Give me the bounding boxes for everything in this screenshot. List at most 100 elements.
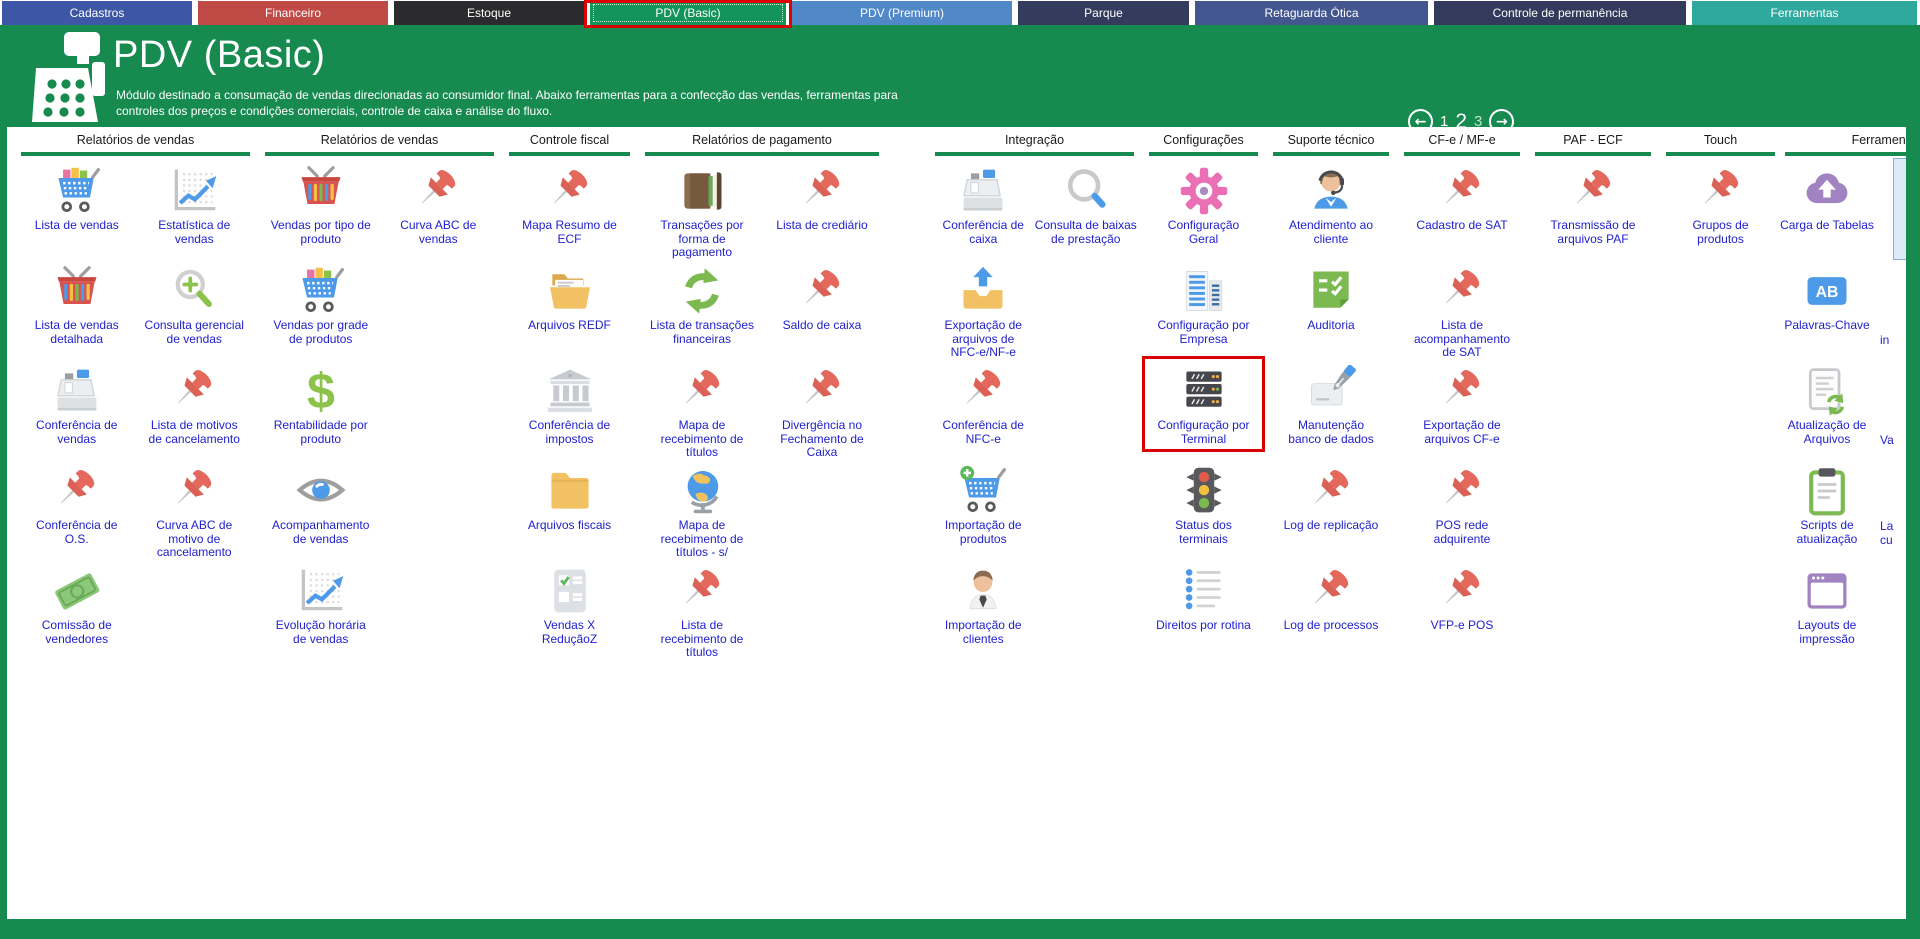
pushpin-icon (544, 163, 596, 219)
group-underline (265, 152, 494, 156)
item-label: Lista de acompanhamento de SAT (1394, 319, 1530, 360)
launcher-item-curva-abc-de-vendas[interactable]: Curva ABC de vendas (380, 161, 498, 261)
item-label: Mapa Resumo de ECF (499, 219, 640, 246)
launcher-item-rentabilidade-por-produto[interactable]: $Rentabilidade por produto (262, 361, 380, 461)
launcher-item-atendimento-ao-cliente[interactable]: Atendimento ao cliente (1270, 161, 1392, 261)
launcher-item-status-dos-terminais[interactable]: Status dos terminais (1146, 461, 1261, 561)
pushpin-icon (957, 363, 1009, 419)
launcher-item-importacao-de-clientes[interactable]: Importação de clientes (932, 561, 1035, 661)
launcher-item-conferencia-de-nfc-e[interactable]: Conferência de NFC-e (932, 361, 1035, 461)
svg-text:$: $ (307, 365, 335, 417)
launcher-item-log-de-processos[interactable]: Log de processos (1270, 561, 1392, 661)
item-label: Auditoria (1263, 319, 1399, 333)
launcher-item-acompanhamento-de-vendas[interactable]: Acompanhamento de vendas (262, 461, 380, 561)
item-label: Curva ABC de vendas (373, 219, 505, 246)
launcher-item-configuracao-por-terminal[interactable]: Configuração por Terminal (1146, 361, 1261, 461)
launcher-item-arquivos-fiscais[interactable]: Arquivos fiscais (506, 461, 633, 561)
tab-pdv-basic[interactable]: PDV (Basic) (590, 1, 786, 25)
group-relatorios-de-pagamento: Relatórios de pagamentoTransações por fo… (642, 131, 882, 661)
item-label: Lista de transações financeiras (635, 319, 769, 346)
launcher-item-manutencao-banco-de-dados[interactable]: Manutenção banco de dados (1270, 361, 1392, 461)
group-relatorios-de-vendas: Relatórios de vendasVendas por tipo de p… (262, 131, 497, 661)
item-label: Atualização de Arquivos (1775, 419, 1879, 446)
launcher-item-divergencia-no-fechamento-de-caixa[interactable]: Divergência no Fechamento de Caixa (762, 361, 882, 461)
launcher-item-mapa-resumo-de-ecf[interactable]: Mapa Resumo de ECF (506, 161, 633, 261)
launcher-item-cadastro-de-sat[interactable]: Cadastro de SAT (1401, 161, 1523, 261)
item-label: Exportação de arquivos CF-e (1394, 419, 1530, 446)
launcher-item-saldo-de-caixa[interactable]: Saldo de caixa (762, 261, 882, 361)
pushpin-icon (1305, 563, 1357, 619)
launcher-item-consulta-gerencial-de-vendas[interactable]: Consulta gerencial de vendas (136, 261, 254, 361)
tab-financeiro[interactable]: Financeiro (198, 1, 388, 25)
launcher-item-lista-de-motivos-de-cancelamento[interactable]: Lista de motivos de cancelamento (136, 361, 254, 461)
stats-chart-icon (168, 163, 220, 219)
launcher-item-comissao-de-vendedores[interactable]: Comissão de vendedores (18, 561, 136, 661)
launcher-item-log-de-replicacao[interactable]: Log de replicação (1270, 461, 1392, 561)
launcher-item-mapa-de-recebimento-de-titulos[interactable]: Mapa de recebimento de títulos (642, 361, 762, 461)
item-label: Acompanhamento de vendas (255, 519, 387, 546)
pushpin-icon (1305, 463, 1357, 519)
launcher-item-carga-de-tabelas[interactable]: Carga de Tabelas (1782, 161, 1872, 261)
group-underline (21, 152, 250, 156)
launcher-item-auditoria[interactable]: Auditoria (1270, 261, 1392, 361)
tab-ferramentas[interactable]: Ferramentas (1692, 1, 1917, 25)
tab-retaguarda-otica[interactable]: Retaguarda Ótica (1195, 1, 1428, 25)
tab-cadastros[interactable]: Cadastros (2, 1, 192, 25)
tab-bar: CadastrosFinanceiroEstoquePDV (Basic)PDV… (0, 0, 1920, 25)
launcher-item-vfp-e-pos[interactable]: VFP-e POS (1401, 561, 1523, 661)
launcher-item-exportacao-de-arquivos-cf-e[interactable]: Exportação de arquivos CF-e (1401, 361, 1523, 461)
document-check-icon (544, 563, 596, 619)
launcher-item-conferencia-de-impostos[interactable]: Conferência de impostos (506, 361, 633, 461)
pushpin-icon (168, 363, 220, 419)
launcher-item-lista-de-crediario[interactable]: Lista de crediário (762, 161, 882, 261)
launcher-item-conferencia-de-o-s[interactable]: Conferência de O.S. (18, 461, 136, 561)
launcher-item-mapa-de-recebimento-de-titulos-s[interactable]: Mapa de recebimento de títulos - s/ (642, 461, 762, 561)
launcher-item-layouts-de-impressao[interactable]: Layouts de impressão (1782, 561, 1872, 661)
item-label: Consulta de baixas de prestação (1028, 219, 1145, 246)
launcher-item-transacoes-por-forma-de-pagamento[interactable]: Transações por forma de pagamento (642, 161, 762, 261)
launcher-item-configuracao-por-empresa[interactable]: Configuração por Empresa (1146, 261, 1261, 361)
launcher-item-lista-de-vendas-detalhada[interactable]: Lista de vendas detalhada (18, 261, 136, 361)
launcher-item-conferencia-de-vendas[interactable]: Conferência de vendas (18, 361, 136, 461)
item-label-fragment: La (1872, 520, 1893, 534)
launcher-item-exportacao-de-arquivos-de-nfc-e-nf-e[interactable]: Exportação de arquivos de NFC-e/NF-e (932, 261, 1035, 361)
launcher-item-grupos-de-produtos[interactable]: Grupos de produtos (1663, 161, 1778, 261)
launcher-item-transmissao-de-arquivos-paf[interactable]: Transmissão de arquivos PAF (1532, 161, 1654, 261)
group-underline (1273, 152, 1389, 156)
launcher-item-lista-de-recebimento-de-titulos[interactable]: Lista de recebimento de títulos (642, 561, 762, 661)
item-label: Conferência de O.S. (11, 519, 143, 546)
gear-icon (1178, 163, 1230, 219)
launcher-item-vendas-x-reducaoz[interactable]: Vendas X ReduçãoZ (506, 561, 633, 661)
customer-icon (957, 563, 1009, 619)
tab-pdv-premium[interactable]: PDV (Premium) (792, 1, 1012, 25)
item-label: Status dos terminais (1139, 519, 1268, 546)
tab-estoque[interactable]: Estoque (394, 1, 584, 25)
cash-register-icon (51, 363, 103, 419)
launcher-item-lista-de-transacoes-financeiras[interactable]: Lista de transações financeiras (642, 261, 762, 361)
launcher-item-configuracao-geral[interactable]: Configuração Geral (1146, 161, 1261, 261)
item-label-fragment: cu (1872, 534, 1893, 548)
tab-controle-de-permanencia[interactable]: Controle de permanência (1434, 1, 1686, 25)
launcher-item-arquivos-redf[interactable]: Arquivos REDF (506, 261, 633, 361)
launcher-item-importacao-de-produtos[interactable]: Importação de produtos (932, 461, 1035, 561)
launcher-item-vendas-por-grade-de-produtos[interactable]: Vendas por grade de produtos (262, 261, 380, 361)
group-touch: TouchGrupos de produtos (1663, 131, 1778, 261)
launcher-item-pos-rede-adquirente[interactable]: POS rede adquirente (1401, 461, 1523, 561)
support-agent-icon (1305, 163, 1357, 219)
launcher-item-curva-abc-de-motivo-de-cancelamento[interactable]: Curva ABC de motivo de cancelamento (136, 461, 254, 561)
launcher-item-palavras-chave[interactable]: ABPalavras-Chave (1782, 261, 1872, 361)
launcher-item-consulta-de-baixas-de-prestacao[interactable]: Consulta de baixas de prestação (1035, 161, 1138, 261)
tab-parque[interactable]: Parque (1018, 1, 1189, 25)
launcher-item-conferencia-de-caixa[interactable]: Conferência de caixa (932, 161, 1035, 261)
launcher-item-lista-de-acompanhamento-de-sat[interactable]: Lista de acompanhamento de SAT (1401, 261, 1523, 361)
launcher-item-evolucao-horaria-de-vendas[interactable]: Evolução horária de vendas (262, 561, 380, 661)
cash-register-header-icon (30, 32, 110, 129)
launcher-item-lista-de-vendas[interactable]: Lista de vendas (18, 161, 136, 261)
item-label: Configuração por Terminal (1139, 419, 1268, 446)
launcher-item-direitos-por-rotina[interactable]: Direitos por rotina (1146, 561, 1261, 661)
launcher-item-vendas-por-tipo-de-produto[interactable]: Vendas por tipo de produto (262, 161, 380, 261)
launcher-item-scripts-de-atualizacao[interactable]: Scripts de atualização (1782, 461, 1872, 561)
launcher-item-atualizacao-de-arquivos[interactable]: Atualização de Arquivos (1782, 361, 1872, 461)
item-label: Conferência de NFC-e (925, 419, 1042, 446)
launcher-item-estatistica-de-vendas[interactable]: Estatística de vendas (136, 161, 254, 261)
